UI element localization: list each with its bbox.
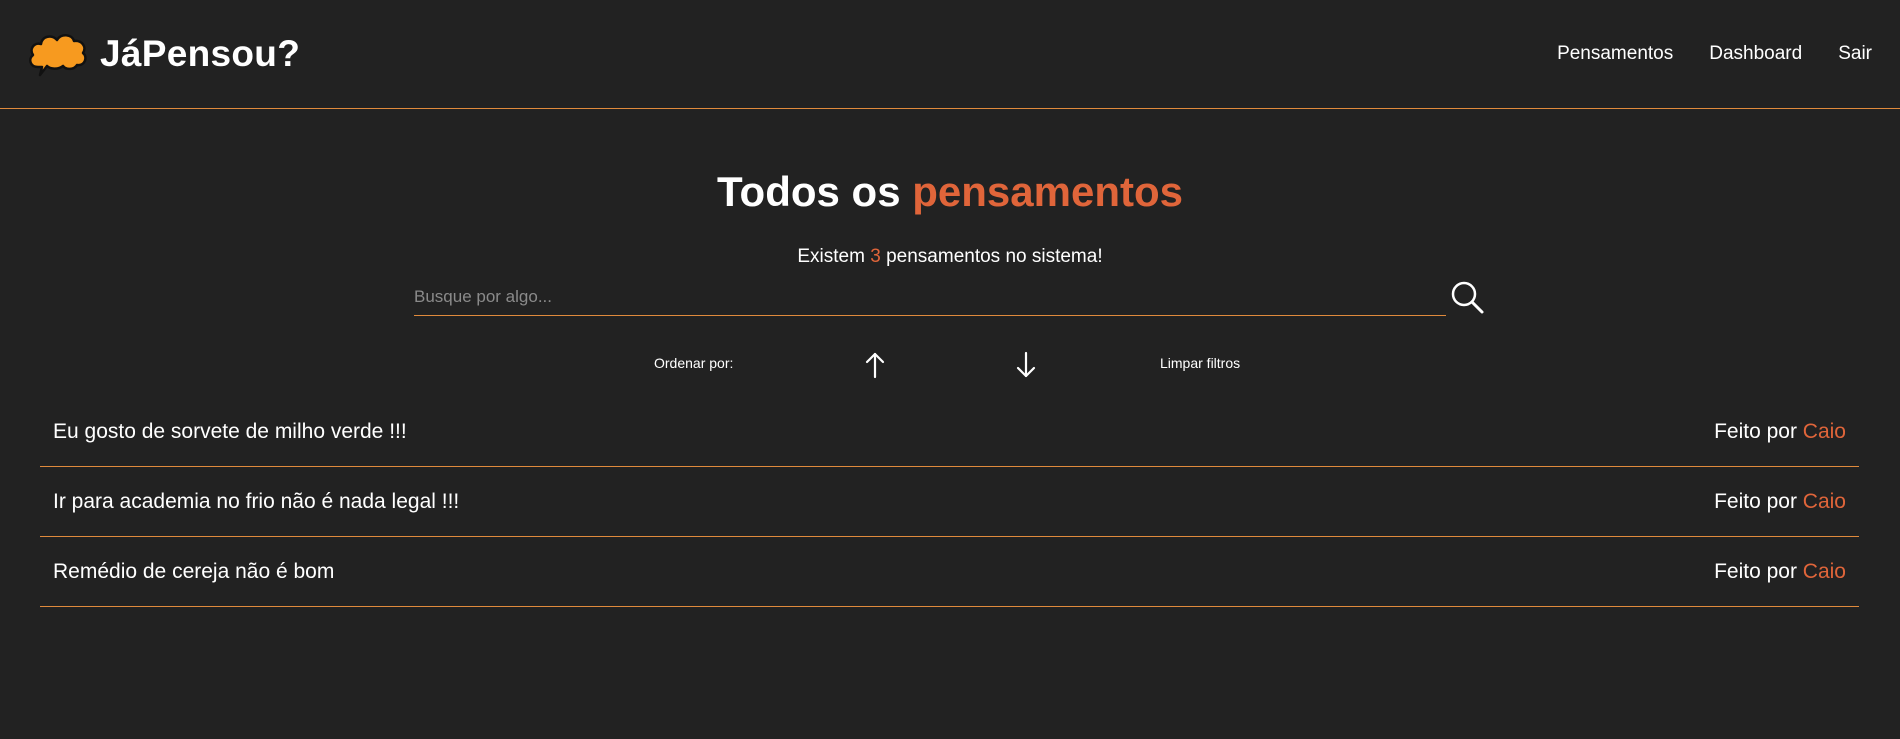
sort-label: Ordenar por: [654,355,734,371]
count-prefix: Existem [797,246,865,267]
search-input[interactable] [414,278,1446,316]
nav-link-sair[interactable]: Sair [1838,43,1872,65]
page-title-accent: pensamentos [912,168,1183,215]
arrow-down-icon [1016,351,1036,378]
sort-bar: Ordenar por: Limpar filtros [0,350,1900,380]
sort-ascending-button[interactable] [860,350,890,380]
author-name: Caio [1802,419,1846,443]
clear-filters-link[interactable]: Limpar filtros [1160,355,1240,371]
thought-count-line: Existem 3 pensamentos no sistema! [0,246,1900,268]
main-nav: Pensamentos Dashboard Sair [1557,43,1872,65]
list-item: Ir para academia no frio não é nada lega… [40,467,1859,537]
author-name: Caio [1802,559,1846,583]
thought-author: Feito por Caio [1714,420,1846,444]
thought-text: Remédio de cereja não é bom [53,559,335,583]
top-navbar: JáPensou? Pensamentos Dashboard Sair [0,0,1900,109]
author-prefix: Feito por [1714,559,1797,583]
list-item: Remédio de cereja não é bom Feito por Ca… [40,537,1859,607]
search-icon [1451,281,1484,314]
author-prefix: Feito por [1714,489,1797,513]
page-title-prefix: Todos os [717,168,901,215]
brand-link[interactable]: JáPensou? [28,29,300,79]
cloud-speech-bubble-icon [29,34,87,77]
brand-name: JáPensou? [100,33,301,74]
author-name: Caio [1802,489,1846,513]
thought-text: Eu gosto de sorvete de milho verde !!! [53,419,407,443]
nav-link-pensamentos[interactable]: Pensamentos [1557,43,1673,65]
search-button[interactable] [1449,280,1485,316]
page-title: Todos os pensamentos [0,168,1900,216]
thought-author: Feito por Caio [1714,560,1846,584]
arrow-up-icon [865,352,885,379]
count-suffix: pensamentos no sistema! [886,246,1103,267]
list-item: Eu gosto de sorvete de milho verde !!! F… [40,397,1859,467]
thought-author: Feito por Caio [1714,490,1846,514]
thought-text: Ir para academia no frio não é nada lega… [53,489,460,513]
thought-list: Eu gosto de sorvete de milho verde !!! F… [40,397,1859,607]
author-prefix: Feito por [1714,419,1797,443]
nav-link-dashboard[interactable]: Dashboard [1709,43,1802,65]
sort-descending-button[interactable] [1011,350,1041,380]
thought-count: 3 [870,246,881,267]
search-form [414,278,1484,318]
